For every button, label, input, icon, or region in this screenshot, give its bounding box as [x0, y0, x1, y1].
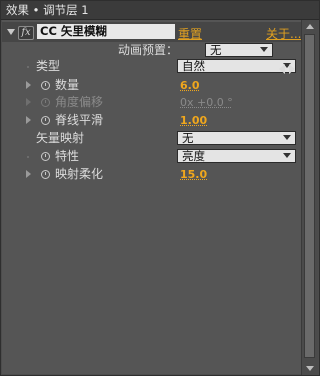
- vector-map-value: 无: [182, 131, 194, 145]
- reset-link[interactable]: 重置: [178, 25, 202, 42]
- stopwatch-icon: [41, 98, 50, 107]
- property-label-map-softness: 映射柔化: [55, 167, 104, 181]
- property-label-property: 特性: [55, 149, 80, 163]
- property-label-ridge-smoothness: 脊线平滑: [55, 113, 104, 127]
- property-label-amount: 数量: [55, 78, 80, 92]
- vector-map-dropdown[interactable]: 无: [177, 131, 296, 145]
- effect-controls-panel: 效果 • 调节层 1 fx CC 矢里模糊 重置 关于... 动画预置： 无 类…: [0, 0, 320, 376]
- stopwatch-icon[interactable]: [41, 116, 50, 125]
- type-value: 自然: [182, 59, 205, 73]
- chevron-down-icon: [283, 135, 291, 140]
- property-value: 亮度: [182, 149, 205, 163]
- about-link[interactable]: 关于...: [266, 25, 301, 42]
- amount-value[interactable]: 6.0: [180, 78, 200, 94]
- panel-title: 效果 • 调节层 1: [6, 3, 89, 17]
- property-row-type: 类型 自然: [2, 58, 302, 76]
- property-row-vector-map: 矢量映射 无: [2, 130, 302, 148]
- chevron-down-icon: [260, 47, 268, 52]
- property-label-angle-offset: 角度偏移: [55, 95, 104, 109]
- animation-preset-label: 动画预置：: [118, 43, 179, 57]
- stopwatch-icon[interactable]: [41, 170, 50, 179]
- effect-name[interactable]: CC 矢里模糊: [37, 24, 175, 39]
- expand-twirl-icon[interactable]: [26, 81, 31, 89]
- stopwatch-icon[interactable]: [41, 81, 50, 90]
- panel-title-bar[interactable]: 效果 • 调节层 1: [1, 1, 319, 20]
- expand-twirl-icon[interactable]: [26, 116, 31, 124]
- effect-header-row: fx CC 矢里模糊 重置 关于...: [2, 22, 302, 42]
- next-preset-icon[interactable]: [289, 64, 295, 74]
- property-row-amount: 数量 6.0: [2, 77, 302, 95]
- fx-toggle-icon[interactable]: fx: [18, 26, 34, 40]
- vertical-scrollbar[interactable]: [301, 20, 318, 375]
- property-row-map-softness: 映射柔化 15.0: [2, 166, 302, 184]
- chevron-down-icon: [283, 153, 291, 158]
- expand-twirl-icon[interactable]: [26, 170, 31, 178]
- effect-controls-content: fx CC 矢里模糊 重置 关于... 动画预置： 无 类型 自然 数量 6.0…: [2, 20, 302, 374]
- animation-preset-value: 无: [210, 43, 222, 57]
- property-label-vector-map: 矢量映射: [36, 131, 85, 145]
- property-row-property: 特性 亮度: [2, 148, 302, 166]
- scroll-down-icon[interactable]: [306, 366, 314, 371]
- scroll-up-icon[interactable]: [306, 24, 314, 29]
- property-dropdown[interactable]: 亮度: [177, 149, 296, 163]
- property-label-type: 类型: [36, 59, 61, 73]
- previous-preset-icon[interactable]: [279, 64, 285, 74]
- angle-offset-value: 0x +0.0 °: [180, 96, 233, 109]
- stopwatch-icon[interactable]: [41, 152, 50, 161]
- scrollbar-thumb[interactable]: [304, 34, 315, 358]
- bullet-dot: [27, 66, 29, 68]
- animation-preset-dropdown[interactable]: 无: [205, 43, 273, 57]
- expand-twirl-icon[interactable]: [26, 98, 31, 106]
- property-row-ridge-smoothness: 脊线平滑 1.00: [2, 112, 302, 130]
- map-softness-value[interactable]: 15.0: [180, 167, 207, 183]
- bullet-dot: [27, 156, 29, 158]
- property-row-angle-offset: 角度偏移 0x +0.0 °: [2, 94, 302, 112]
- collapse-triangle-icon[interactable]: [7, 29, 15, 35]
- ridge-smoothness-value[interactable]: 1.00: [180, 113, 207, 129]
